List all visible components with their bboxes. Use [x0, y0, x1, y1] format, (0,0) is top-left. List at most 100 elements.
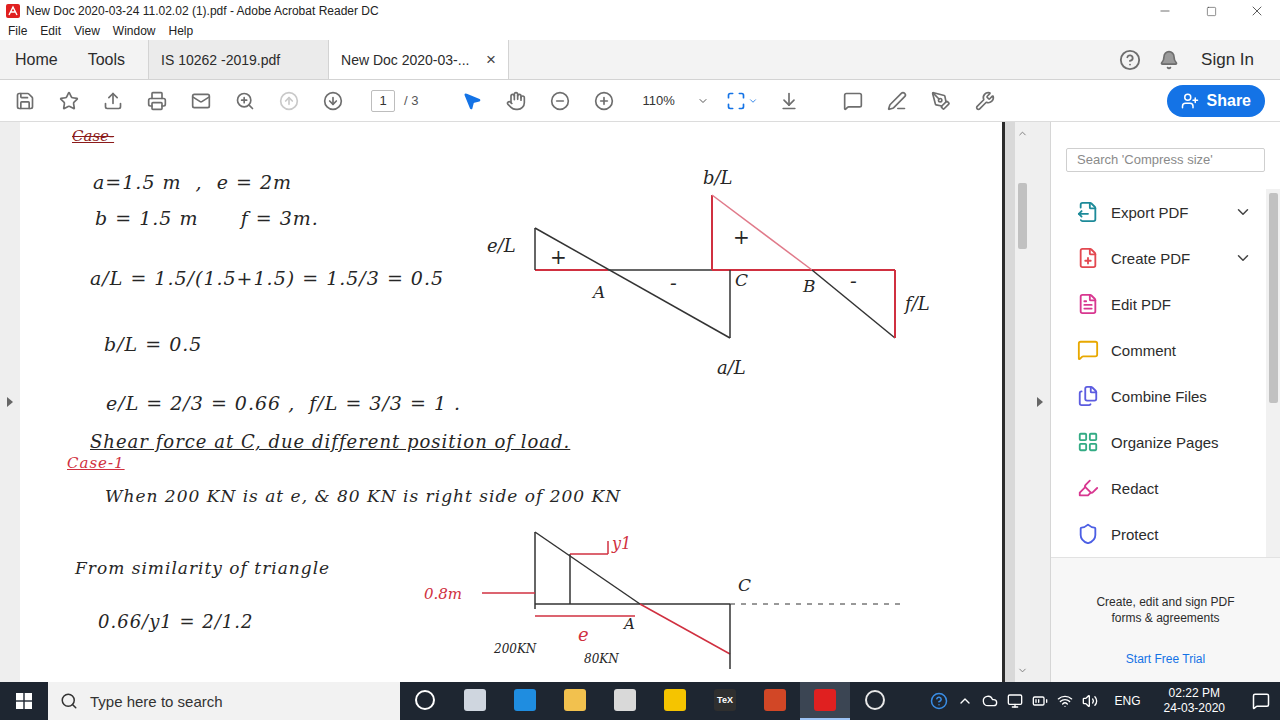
more-tools-button[interactable] [963, 85, 1007, 117]
label: - [670, 271, 677, 295]
comment-button[interactable] [831, 85, 875, 117]
taskbar-app[interactable] [800, 682, 850, 720]
next-page-button[interactable] [311, 85, 355, 117]
upload-button[interactable] [91, 85, 135, 117]
tool-icon [1077, 293, 1099, 315]
free-trial-link[interactable]: Start Free Trial [1126, 652, 1205, 666]
menu-item[interactable]: Edit [40, 24, 61, 38]
taskbar-app[interactable] [650, 682, 700, 720]
app-icon [865, 690, 885, 710]
save-icon [15, 91, 35, 111]
scroll-mode-button[interactable] [767, 85, 811, 117]
tool-item[interactable]: Comment [1051, 327, 1266, 373]
highlight-button[interactable] [875, 85, 919, 117]
close-button[interactable] [1234, 0, 1280, 22]
document-tab[interactable]: New Doc 2020-03-...× [329, 40, 509, 79]
tab-close-button[interactable]: × [486, 50, 496, 70]
sign-in-button[interactable]: Sign In [1201, 50, 1254, 70]
chevron-down-icon [1234, 249, 1252, 267]
taskbar-app[interactable] [400, 682, 450, 720]
tab-label: IS 10262 -2019.pdf [161, 52, 316, 68]
share-button[interactable]: Share [1167, 85, 1265, 117]
pen-icon [887, 91, 907, 111]
zoom-in-button[interactable] [582, 85, 626, 117]
page-number-field[interactable]: 1 [371, 90, 395, 112]
notification-icon[interactable] [1252, 692, 1270, 710]
app-icon [464, 689, 486, 711]
notifications-icon[interactable] [1159, 50, 1179, 70]
help-icon[interactable] [1119, 49, 1141, 71]
tools-search-field[interactable]: Search 'Compress size' [1066, 148, 1265, 172]
taskbar-app[interactable] [600, 682, 650, 720]
menu-item[interactable]: File [8, 24, 27, 38]
taskbar-app[interactable] [500, 682, 550, 720]
tool-item[interactable]: Organize Pages [1051, 419, 1266, 465]
plus-icon [594, 91, 614, 111]
app-icon [415, 690, 435, 710]
label: C [735, 270, 748, 290]
mail-icon [191, 91, 211, 111]
fit-page-button[interactable] [717, 85, 767, 117]
tools-list: Export PDF Create PDFEdit PDFCommentCombi… [1051, 189, 1266, 557]
zoom-dropdown[interactable]: 110% [642, 93, 708, 108]
taskbar-app[interactable] [450, 682, 500, 720]
influence-line-diagram: e/Lb/La/Lf/L++--ACB [485, 160, 965, 390]
find-button[interactable] [223, 85, 267, 117]
left-pane-toggle[interactable] [0, 122, 20, 682]
help-tray-icon[interactable] [930, 692, 948, 710]
clock[interactable]: 02:22 PM24-03-2020 [1164, 686, 1225, 716]
taskbar-search[interactable]: Type here to search [48, 682, 400, 720]
menu-item[interactable]: Help [169, 24, 194, 38]
taskbar-app[interactable]: TeX [700, 682, 750, 720]
document-scrollbar[interactable] [1015, 122, 1030, 682]
restore-button[interactable] [1188, 0, 1234, 22]
taskbar-app[interactable] [550, 682, 600, 720]
scroll-thumb[interactable] [1018, 183, 1027, 249]
minus-icon [550, 91, 570, 111]
notes-top: Case-a=1.5 m , e = 2mb = 1.5 m f = 3m.a/… [72, 122, 1002, 416]
email-button[interactable] [179, 85, 223, 117]
tool-item[interactable]: Redact [1051, 465, 1266, 511]
menu-item[interactable]: View [74, 24, 100, 38]
start-button[interactable] [0, 682, 48, 720]
tool-item[interactable]: Combine Files [1051, 373, 1266, 419]
sign-button[interactable] [919, 85, 963, 117]
save-button[interactable] [3, 85, 47, 117]
expand-button[interactable] [1234, 249, 1252, 267]
tool-label: Export PDF [1111, 204, 1189, 221]
tool-item[interactable]: Protect [1051, 511, 1266, 557]
menu-item[interactable]: Window [113, 24, 156, 38]
taskbar-app[interactable] [850, 682, 900, 720]
zoom-out-button[interactable] [538, 85, 582, 117]
taskbar-app[interactable] [750, 682, 800, 720]
nav-tab[interactable]: Home [0, 40, 73, 79]
label: B [802, 276, 816, 296]
tool-item[interactable]: Export PDF [1051, 189, 1266, 235]
right-pane-toggle[interactable] [1030, 122, 1050, 682]
equation: 0.66/y1 = 2/1.2 [98, 610, 253, 633]
print-button[interactable] [135, 85, 179, 117]
tool-icon [1077, 339, 1099, 361]
bookmark-button[interactable] [47, 85, 91, 117]
document-tab[interactable]: IS 10262 -2019.pdf [149, 40, 329, 79]
select-tool-button[interactable] [450, 85, 494, 117]
volume-icon [1082, 693, 1098, 709]
expand-button[interactable] [1234, 203, 1252, 221]
show-hidden-icons[interactable] [957, 693, 973, 709]
influence-line-box: e/Lb/La/Lf/L++--ACB [485, 160, 1002, 416]
hand-tool-button[interactable] [494, 85, 538, 117]
label: A [591, 282, 605, 302]
app-icon [814, 689, 836, 711]
scroll-icon [779, 91, 799, 111]
tool-icon [1077, 523, 1099, 545]
tools-scrollbar[interactable] [1266, 189, 1280, 557]
minimize-icon [1158, 4, 1172, 18]
tool-item[interactable]: Create PDF [1051, 235, 1266, 281]
tool-item[interactable]: Edit PDF [1051, 281, 1266, 327]
minimize-button[interactable] [1142, 0, 1188, 22]
system-tray: ENG 02:22 PM24-03-2020 [930, 682, 1280, 720]
language-indicator[interactable]: ENG [1115, 694, 1141, 708]
nav-tab[interactable]: Tools [73, 40, 140, 79]
scroll-thumb[interactable] [1269, 193, 1278, 403]
previous-page-button[interactable] [267, 85, 311, 117]
